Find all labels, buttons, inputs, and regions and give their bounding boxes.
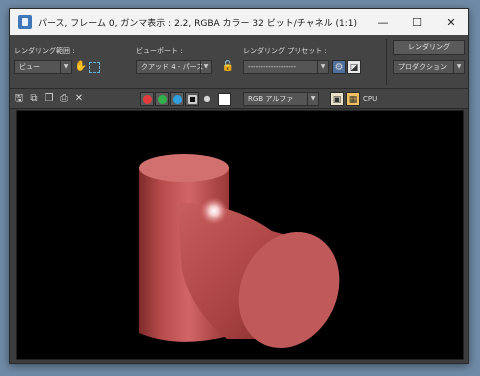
channel-dropdown[interactable]: RGB アルファ ▼ — [243, 92, 319, 106]
chevron-down-icon: ▼ — [317, 61, 328, 73]
minimize-button[interactable]: — — [366, 9, 400, 35]
preset-dropdown[interactable]: ------------------- ▼ — [243, 60, 329, 74]
toggle-ui-icon[interactable]: ▣ — [330, 92, 344, 106]
image-toolbar: 🖫 ⧉ ❐ ⎙ ✕ ● RGB アルファ ▼ ▣ ▦ CPU — [10, 89, 468, 109]
title-bar: パース, フレーム 0, ガンマ表示 : 2.2, RGBA カラー 32 ビッ… — [10, 9, 468, 35]
close-button[interactable]: ✕ — [434, 9, 468, 35]
chevron-down-icon: ▼ — [307, 93, 318, 105]
render-frame-window: パース, フレーム 0, ガンマ表示 : 2.2, RGBA カラー 32 ビッ… — [9, 8, 469, 364]
pan-icon[interactable]: ✋ — [74, 60, 88, 74]
green-channel-toggle[interactable] — [155, 92, 169, 106]
mono-icon[interactable]: ● — [200, 92, 214, 106]
lock-icon[interactable]: 🔓 — [221, 60, 235, 74]
chevron-down-icon: ▼ — [200, 61, 211, 73]
cpu-label: CPU — [363, 95, 378, 103]
crop-icon[interactable] — [89, 62, 100, 73]
preset-label: レンダリング プリセット : — [243, 47, 327, 55]
clear-icon[interactable]: ✕ — [72, 92, 86, 106]
area-label: レンダリング範囲 : — [14, 47, 75, 55]
environment-icon[interactable]: ◪ — [347, 60, 361, 74]
color-swatch[interactable] — [218, 93, 231, 106]
app-icon — [18, 15, 32, 29]
red-channel-icon — [142, 94, 152, 104]
channel-value: RGB アルファ — [248, 95, 294, 103]
red-channel-toggle[interactable] — [140, 92, 154, 106]
area-dropdown[interactable]: ビュー ▼ — [14, 60, 72, 74]
blue-channel-toggle[interactable] — [170, 92, 184, 106]
copy-icon[interactable]: ⧉ — [27, 92, 41, 106]
render-settings-toolbar: レンダリング範囲 : ビュー ▼ ✋ ビューポート : クアッド 4 - パース… — [10, 35, 468, 89]
chevron-down-icon: ▼ — [60, 61, 71, 73]
preset-value: ------------------- — [248, 63, 296, 71]
render-setup-icon[interactable]: ⚙ — [332, 60, 346, 74]
production-value: プロダクション — [398, 63, 447, 71]
render-button[interactable]: レンダリング — [393, 40, 465, 55]
save-icon[interactable]: 🖫 — [12, 92, 26, 106]
rendered-pipe-image — [139, 154, 340, 349]
chevron-down-icon: ▼ — [453, 61, 464, 73]
alpha-channel-toggle[interactable] — [185, 92, 199, 106]
alpha-channel-icon — [187, 94, 197, 104]
window-title: パース, フレーム 0, ガンマ表示 : 2.2, RGBA カラー 32 ビッ… — [38, 18, 358, 29]
rendered-image-viewport[interactable] — [16, 110, 464, 360]
viewport-dropdown[interactable]: クアッド 4 - パース ▼ — [136, 60, 212, 74]
print-icon[interactable]: ⎙ — [57, 92, 71, 106]
viewport-value: クアッド 4 - パース — [141, 63, 204, 71]
frame-buffer-icon[interactable]: ▦ — [346, 92, 360, 106]
blue-channel-icon — [172, 94, 182, 104]
production-dropdown[interactable]: プロダクション ▼ — [393, 60, 465, 74]
area-value: ビュー — [19, 63, 40, 71]
green-channel-icon — [157, 94, 167, 104]
clone-icon[interactable]: ❐ — [42, 92, 56, 106]
divider — [386, 39, 387, 85]
maximize-button[interactable]: ☐ — [400, 9, 434, 35]
viewport-label: ビューポート : — [136, 47, 183, 55]
